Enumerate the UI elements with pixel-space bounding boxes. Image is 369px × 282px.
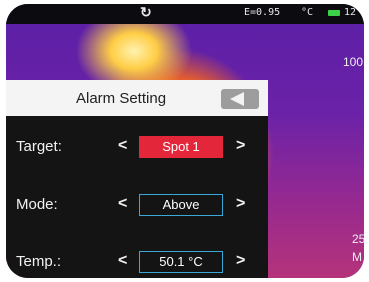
- mode-next-arrow[interactable]: >: [236, 195, 245, 213]
- dialog-title: Alarm Setting: [76, 90, 167, 107]
- mode-label: Mode:: [16, 196, 58, 213]
- temp-prev-arrow[interactable]: <: [118, 252, 127, 270]
- battery-icon: [328, 10, 340, 16]
- target-value[interactable]: Spot 1: [139, 136, 223, 158]
- scale-min: 25: [352, 232, 364, 246]
- alarm-setting-dialog: Alarm Setting Target: < Spot 1 > Mode: <…: [6, 80, 268, 278]
- target-next-arrow[interactable]: >: [236, 137, 245, 155]
- status-bar: ↻ E=0.95 °C 12: [6, 4, 364, 24]
- refresh-icon[interactable]: ↻: [140, 4, 152, 21]
- scale-mode: M: [352, 250, 362, 264]
- back-icon[interactable]: [221, 89, 259, 109]
- emissivity-readout: E=0.95: [244, 7, 281, 18]
- thermal-camera-screen: ↻ E=0.95 °C 12 100 25 M Alarm Setting Ta…: [6, 4, 364, 278]
- mode-value[interactable]: Above: [139, 194, 223, 216]
- temp-next-arrow[interactable]: >: [236, 252, 245, 270]
- mode-prev-arrow[interactable]: <: [118, 195, 127, 213]
- target-prev-arrow[interactable]: <: [118, 137, 127, 155]
- temp-value[interactable]: 50.1 °C: [139, 251, 223, 273]
- target-label: Target:: [16, 138, 62, 155]
- temperature-unit: °C: [301, 7, 314, 18]
- temp-label: Temp.:: [16, 253, 62, 270]
- scale-max: 100: [343, 55, 364, 69]
- clock: 12: [344, 7, 357, 18]
- dialog-header: Alarm Setting: [6, 80, 268, 116]
